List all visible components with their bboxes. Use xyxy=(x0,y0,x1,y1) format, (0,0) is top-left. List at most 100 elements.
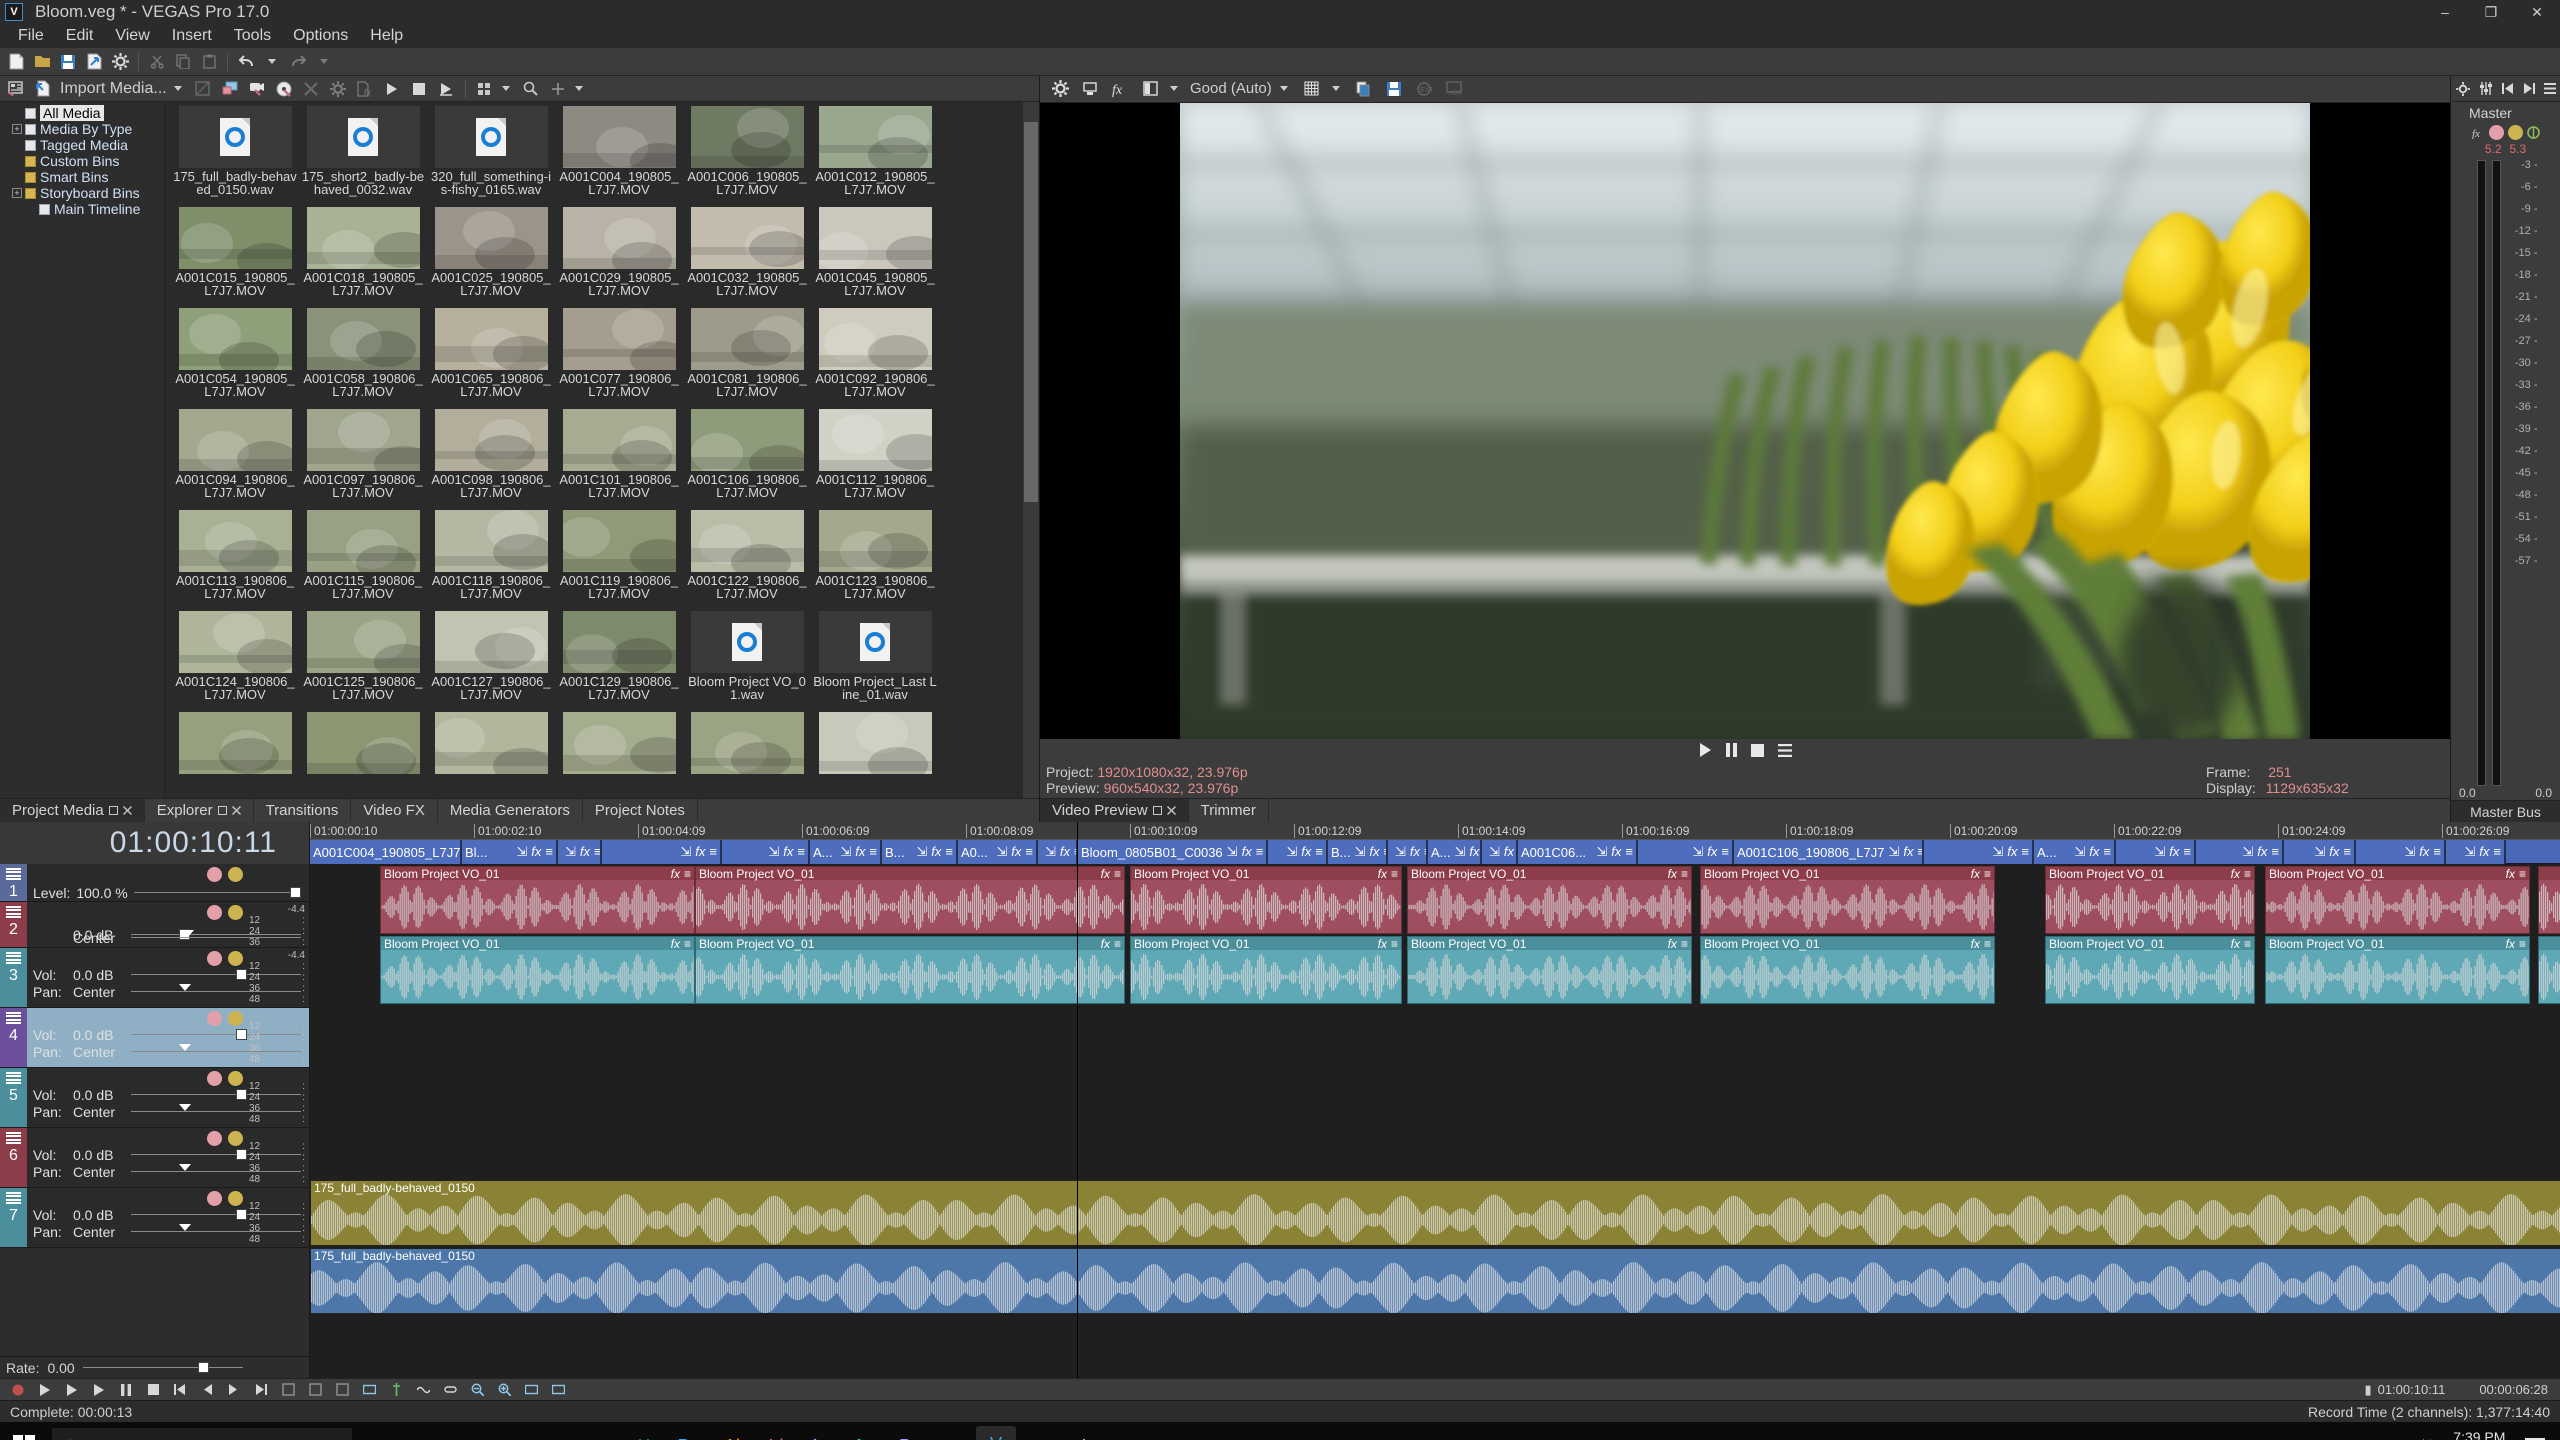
clip-fx-icon[interactable]: fx xyxy=(855,844,865,860)
float-tab-icon[interactable] xyxy=(217,806,227,815)
clip-pan-crop-icon[interactable]: ⇲ xyxy=(1596,844,1607,860)
video-clip[interactable]: A...⇲fx≡ xyxy=(2034,840,2116,864)
media-item[interactable]: 320_full_something-is-fishy_0165.wav xyxy=(427,106,555,207)
enable-snapping-icon[interactable] xyxy=(384,1378,408,1402)
clip-menu-icon[interactable]: ≡ xyxy=(684,937,691,951)
remove-media-icon[interactable] xyxy=(299,77,323,101)
hdr-icon[interactable]: HDR xyxy=(1442,77,1466,101)
track-color-strip[interactable]: 5 xyxy=(0,1068,27,1127)
clip-menu-icon[interactable]: ≡ xyxy=(2244,867,2251,881)
video-clip[interactable]: A...⇲fx≡ xyxy=(1428,840,1482,864)
auto-ripple-icon[interactable] xyxy=(411,1378,435,1402)
clip-menu-icon[interactable]: ≡ xyxy=(2103,844,2111,860)
clip-pan-crop-icon[interactable]: ⇲ xyxy=(2404,844,2415,860)
open-project-icon[interactable] xyxy=(30,50,54,74)
clip-fx-icon[interactable]: fx xyxy=(1469,844,1479,860)
track-color-strip[interactable]: 6 xyxy=(0,1128,27,1187)
preferences-icon[interactable] xyxy=(108,50,132,74)
video-clip[interactable]: ⇲fx≡ xyxy=(1482,840,1518,864)
media-item[interactable]: A001C092_190806_L7J7.MOV xyxy=(811,308,939,409)
media-tab-transitions[interactable]: Transitions xyxy=(254,798,352,823)
track-solo-icon[interactable] xyxy=(228,905,243,920)
media-item[interactable]: A001C119_190806_L7J7.MOV xyxy=(555,510,683,611)
track-header-3[interactable]: 3 Vol: 0.0 dB Pan: Center -4.4 12:24:36:48: xyxy=(0,948,309,1008)
close-tab-icon[interactable] xyxy=(231,806,241,815)
close-button[interactable]: ✕ xyxy=(2514,0,2560,24)
clip-pan-crop-icon[interactable]: ⇲ xyxy=(2242,844,2253,860)
clip-pan-crop-icon[interactable]: ⇲ xyxy=(1888,844,1899,860)
extract-audio-icon[interactable] xyxy=(272,77,296,101)
clip-fx-icon[interactable]: fx xyxy=(1707,844,1717,860)
audio-clip[interactable]: Bloom Project VO_01 fx ≡ xyxy=(1130,936,1402,1004)
clip-pan-crop-icon[interactable]: ⇲ xyxy=(996,844,1007,860)
clip-fx-icon[interactable]: fx xyxy=(2257,844,2267,860)
clip-fx-icon[interactable]: fx xyxy=(2506,867,2515,881)
chevron-down-icon[interactable] xyxy=(173,86,182,91)
redo-icon[interactable] xyxy=(286,50,310,74)
media-item[interactable]: A001C004_190805_L7J7.MOV xyxy=(555,106,683,207)
track-solo-icon[interactable] xyxy=(228,1191,243,1206)
audio-clip[interactable]: fx≡ xyxy=(2538,936,2560,1004)
new-project-icon[interactable] xyxy=(4,50,28,74)
media-item[interactable] xyxy=(555,712,683,798)
external-monitor-icon[interactable]: EXT xyxy=(1412,77,1436,101)
preview-quality-label[interactable]: Good (Auto) xyxy=(1190,80,1272,97)
media-item[interactable]: A001C118_190806_L7J7.MOV xyxy=(427,510,555,611)
clip-menu-icon[interactable]: ≡ xyxy=(945,844,953,860)
save-project-icon[interactable] xyxy=(56,50,80,74)
clip-fx-icon[interactable]: fx xyxy=(1410,844,1420,860)
clip-fx-icon[interactable]: fx xyxy=(2231,937,2240,951)
import-media-label[interactable]: Import Media... xyxy=(60,80,167,98)
audio-clip[interactable]: Bloom Project VO_01 fx ≡ xyxy=(695,936,1125,1004)
clip-fx-icon[interactable]: fx xyxy=(1903,844,1913,860)
clip-pan-crop-icon[interactable]: ⇲ xyxy=(768,844,779,860)
excel-icon[interactable]: X xyxy=(624,1426,664,1440)
clip-menu-icon[interactable]: ≡ xyxy=(1315,844,1323,860)
master-mute-icon[interactable] xyxy=(2488,125,2504,140)
clip-menu-icon[interactable]: ≡ xyxy=(797,844,805,860)
media-item[interactable] xyxy=(427,712,555,798)
media-item[interactable]: 175_full_badly-behaved_0150.wav xyxy=(171,106,299,207)
audio-clip[interactable]: Bloom Project VO_01 fx ≡ xyxy=(1700,866,1995,934)
track-level-slider[interactable] xyxy=(133,887,301,898)
preview-pause-icon[interactable] xyxy=(1725,743,1737,758)
video-clip[interactable]: A001C06... ⇲ fx ≡ xyxy=(1518,840,1638,864)
media-item[interactable]: A001C101_190806_L7J7.MOV xyxy=(555,409,683,510)
audio-track-row-2[interactable]: Bloom Project VO_01 fx ≡ Bloom Project VO_0… xyxy=(310,866,2560,934)
track-mute-icon[interactable] xyxy=(207,1011,222,1026)
spotify-icon[interactable]: ♫ xyxy=(932,1426,972,1440)
clip-menu-icon[interactable]: ≡ xyxy=(684,867,691,881)
music-clip[interactable]: 175_full_badly-behaved_0150fx≡ xyxy=(310,1248,2560,1314)
clip-fx-icon[interactable]: fx xyxy=(531,844,541,860)
clip-pan-crop-icon[interactable]: ⇲ xyxy=(2074,844,2085,860)
preview-fx-icon[interactable]: fx xyxy=(1108,77,1132,101)
preview-tab-trimmer[interactable]: Trimmer xyxy=(1189,798,1269,823)
clip-menu-icon[interactable]: ≡ xyxy=(2519,867,2526,881)
clip-fx-icon[interactable]: fx xyxy=(1971,867,1980,881)
menu-item-edit[interactable]: Edit xyxy=(56,25,104,47)
premiere-icon[interactable]: Pr xyxy=(888,1426,928,1440)
clip-pan-crop-icon[interactable]: ⇲ xyxy=(916,844,927,860)
stop-preview-icon[interactable] xyxy=(407,77,431,101)
clip-menu-icon[interactable]: ≡ xyxy=(1681,867,1688,881)
clip-menu-icon[interactable]: ≡ xyxy=(1681,937,1688,951)
task-view-icon[interactable]: ▣ xyxy=(360,1426,400,1440)
previous-frame-icon[interactable] xyxy=(195,1378,219,1402)
clip-fx-icon[interactable]: fx xyxy=(2329,844,2339,860)
menu-item-view[interactable]: View xyxy=(105,25,159,47)
clip-menu-icon[interactable]: ≡ xyxy=(1984,937,1991,951)
clip-fx-icon[interactable]: fx xyxy=(671,867,680,881)
zoom-in-icon[interactable] xyxy=(492,1378,516,1402)
audio-clip[interactable]: Bloom Project VO_01 fx ≡ xyxy=(1407,866,1692,934)
windows-start-icon[interactable] xyxy=(0,1422,48,1440)
media-tab-project-media[interactable]: Project Media xyxy=(0,798,145,823)
video-clip[interactable]: ⇲fx≡ xyxy=(722,840,810,864)
close-tab-icon[interactable] xyxy=(122,806,132,815)
go-to-start-icon[interactable] xyxy=(168,1378,192,1402)
close-tab-icon[interactable] xyxy=(1166,806,1176,815)
illustrator-icon[interactable]: Ai xyxy=(712,1426,752,1440)
video-clip[interactable]: ⇲fx≡ xyxy=(2356,840,2446,864)
undo-dropdown-icon[interactable] xyxy=(260,50,284,74)
clip-fx-icon[interactable]: fx xyxy=(783,844,793,860)
sync-link-icon[interactable] xyxy=(438,1378,462,1402)
